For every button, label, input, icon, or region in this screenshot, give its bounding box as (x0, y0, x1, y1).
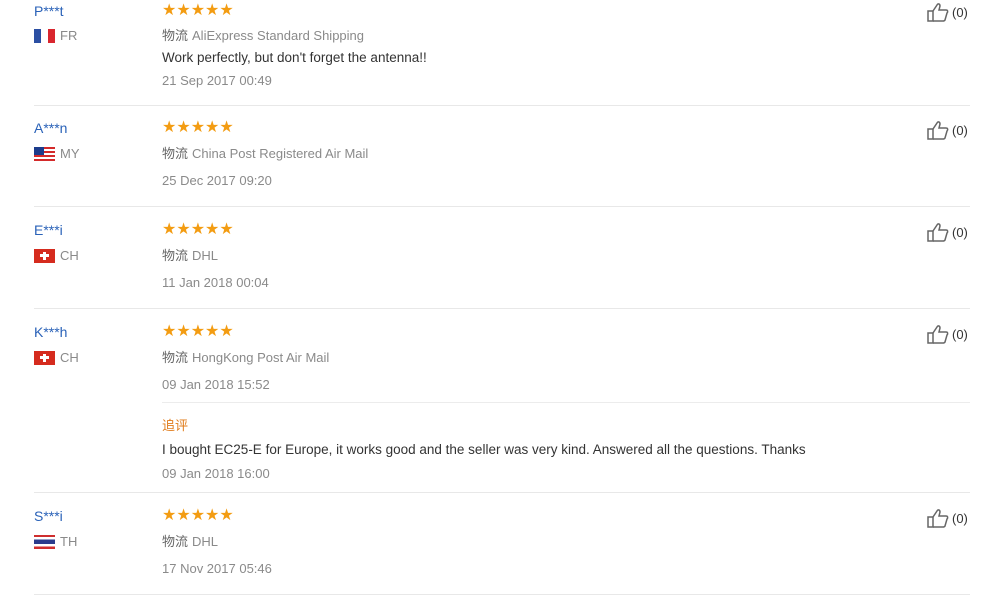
reviewer-country: CH (34, 350, 79, 365)
star-rating: ★★★★★ (162, 2, 234, 19)
country-code: MY (60, 146, 80, 161)
shipping-label: 物流 (162, 350, 189, 365)
reviewer-name[interactable]: A***n (34, 120, 67, 136)
like-button[interactable]: (0) (926, 508, 968, 528)
review-date: 25 Dec 2017 09:20 (162, 173, 272, 188)
review-divider (34, 492, 970, 493)
shipping-label: 物流 (162, 248, 189, 263)
shipping-info: 物流 DHL (162, 245, 218, 264)
reviewer-country: TH (34, 534, 77, 549)
france-flag-icon (34, 28, 55, 43)
malaysia-flag-icon (34, 146, 55, 161)
review-divider (34, 105, 970, 106)
followup-text: I bought EC25-E for Europe, it works goo… (162, 442, 806, 457)
like-count: (0) (952, 4, 968, 20)
reviewer-name[interactable]: S***i (34, 508, 63, 524)
review-date: 11 Jan 2018 00:04 (162, 275, 269, 290)
thumbs-up-icon (927, 121, 949, 140)
reviewer-country: CH (34, 248, 79, 263)
star-rating: ★★★★★ (162, 323, 234, 340)
review-date: 17 Nov 2017 05:46 (162, 561, 272, 576)
review-divider (34, 594, 970, 595)
thumbs-up-icon (927, 3, 949, 22)
shipping-method: DHL (192, 534, 219, 549)
shipping-method: HongKong Post Air Mail (192, 350, 330, 365)
shipping-method: China Post Registered Air Mail (192, 146, 369, 161)
country-code: CH (60, 350, 79, 365)
country-code: TH (60, 534, 78, 549)
country-code: CH (60, 248, 79, 263)
thumbs-up-icon (927, 325, 949, 344)
shipping-label: 物流 (162, 28, 189, 43)
country-code: FR (60, 28, 78, 43)
like-button[interactable]: (0) (926, 324, 968, 344)
star-rating: ★★★★★ (162, 119, 234, 136)
like-button[interactable]: (0) (926, 2, 968, 22)
star-rating: ★★★★★ (162, 221, 234, 238)
review-date: 09 Jan 2018 15:52 (162, 377, 270, 392)
review-divider (34, 206, 970, 207)
like-button[interactable]: (0) (926, 120, 968, 140)
shipping-info: 物流 DHL (162, 531, 218, 550)
followup-label: 追评 (162, 418, 189, 433)
thumbs-up-icon (927, 223, 949, 242)
shipping-info: 物流 HongKong Post Air Mail (162, 347, 329, 366)
review-divider (34, 308, 970, 309)
followup-divider (162, 402, 970, 403)
switzerland-flag-icon (34, 248, 55, 263)
reviewer-name[interactable]: E***i (34, 222, 63, 238)
review-date: 21 Sep 2017 00:49 (162, 73, 272, 88)
reviewer-country: FR (34, 28, 77, 43)
like-count: (0) (952, 224, 968, 240)
shipping-label: 物流 (162, 534, 189, 549)
switzerland-flag-icon (34, 350, 55, 365)
shipping-label: 物流 (162, 146, 189, 161)
thailand-flag-icon (34, 534, 55, 549)
review-text: Work perfectly, but don't forget the ant… (162, 50, 427, 65)
followup-date: 09 Jan 2018 16:00 (162, 466, 270, 481)
shipping-info: 物流 China Post Registered Air Mail (162, 143, 368, 162)
thumbs-up-icon (927, 509, 949, 528)
reviewer-name[interactable]: K***h (34, 324, 67, 340)
shipping-method: DHL (192, 248, 219, 263)
like-count: (0) (952, 510, 968, 526)
like-count: (0) (952, 122, 968, 138)
like-button[interactable]: (0) (926, 222, 968, 242)
like-count: (0) (952, 326, 968, 342)
star-rating: ★★★★★ (162, 507, 234, 524)
reviewer-name[interactable]: P***t (34, 3, 64, 19)
reviewer-country: MY (34, 146, 80, 161)
shipping-info: 物流 AliExpress Standard Shipping (162, 25, 364, 44)
shipping-method: AliExpress Standard Shipping (192, 28, 365, 43)
